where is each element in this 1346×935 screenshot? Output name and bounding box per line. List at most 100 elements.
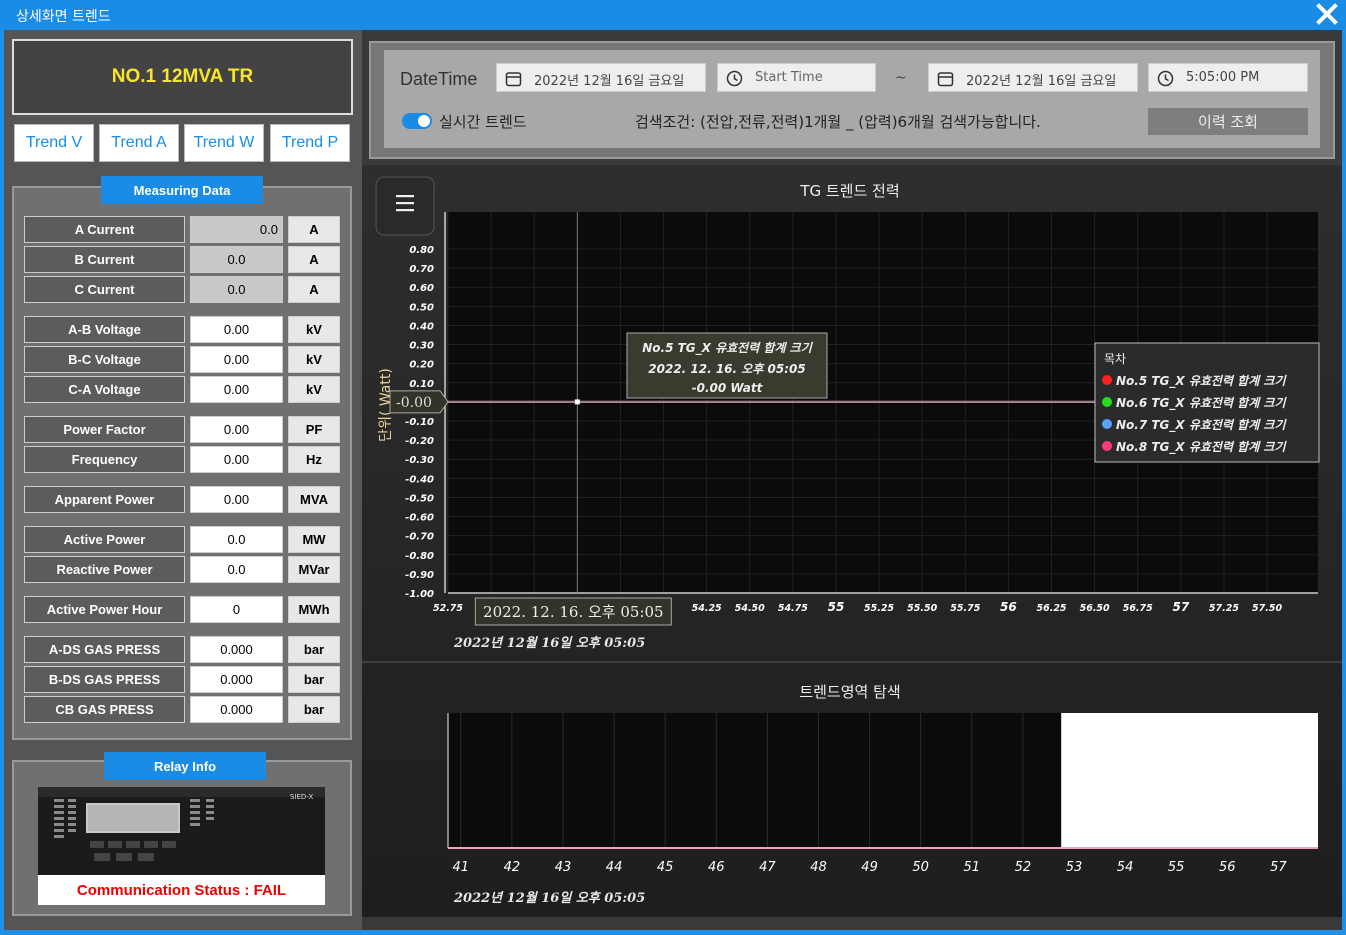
row-label: A Current: [24, 216, 185, 243]
legend-label: No.7 TG_X 유효전력 합계 크기: [1116, 418, 1287, 433]
history-search-button[interactable]: 이력 조회: [1148, 108, 1308, 135]
legend-item[interactable]: No.8 TG_X 유효전력 합계 크기: [1102, 440, 1287, 455]
row-a-ds-gas-press: A-DS GAS PRESS 0.000 bar: [24, 636, 342, 663]
x-tick-label: 41: [453, 860, 470, 875]
cursor-y-value: -0.00: [396, 395, 432, 411]
start-time-picker[interactable]: Start Time: [717, 63, 876, 92]
end-date-picker[interactable]: 2022년 12월 16일 금요일: [928, 63, 1138, 92]
chart-tooltip: No.5 TG_X 유효전력 합계 크기 2022. 12. 16. 오후 05…: [626, 332, 828, 399]
navigator-title: 트렌드영역 탐색: [799, 683, 900, 701]
row-value: 0: [190, 596, 283, 623]
legend-marker: [1102, 375, 1112, 385]
row-unit: kV: [288, 316, 340, 343]
row-unit: bar: [288, 696, 340, 723]
trend-p-button[interactable]: Trend P: [270, 124, 350, 162]
x-tick-label: 44: [606, 860, 623, 875]
row-label: Apparent Power: [24, 486, 185, 513]
row-label: A-DS GAS PRESS: [24, 636, 185, 663]
legend-label: No.5 TG_X 유효전력 합계 크기: [1116, 374, 1287, 389]
chart-legend: 목차 No.5 TG_X 유효전력 합계 크기 No.6 TG_X 유효전력 합…: [1094, 342, 1320, 463]
row-label: A-B Voltage: [24, 316, 185, 343]
y-tick-label: 0.20: [409, 360, 434, 371]
row-value: 0.00: [190, 346, 283, 373]
row-label: Reactive Power: [24, 556, 185, 583]
x-tick-label: 55.75: [950, 603, 980, 614]
legend-marker: [1102, 441, 1112, 451]
row-unit: PF: [288, 416, 340, 443]
y-tick-label: 0.50: [409, 302, 434, 313]
navigator-date-label: 2022년 12월 16일 오후 05:05: [453, 890, 645, 906]
close-icon[interactable]: [1314, 1, 1340, 27]
row-unit: bar: [288, 666, 340, 693]
tooltip-value: -0.00 Watt: [692, 381, 764, 395]
row-label: Power Factor: [24, 416, 185, 443]
start-time-placeholder: Start Time: [755, 70, 823, 85]
trend-v-button[interactable]: Trend V: [14, 124, 94, 162]
left-panel: NO.1 12MVA TR Trend V Trend A Trend W Tr…: [4, 30, 362, 930]
y-tick-label: -0.10: [405, 417, 434, 428]
main-chart-title: TG 트렌드 전력: [799, 182, 899, 200]
legend-title: 목차: [1104, 352, 1126, 366]
search-filter-bar: DateTime 2022년 12월 16일 금요일 Start Time ~ …: [369, 41, 1335, 159]
x-tick-label: 45: [657, 860, 674, 875]
x-tick-label: 50: [912, 860, 929, 875]
x-tick-label: 54.25: [692, 603, 722, 614]
x-tick-label: 48: [810, 860, 827, 875]
x-tick-label: 52.75: [433, 603, 463, 614]
measuring-data-header: Measuring Data: [101, 176, 263, 204]
legend-item[interactable]: No.7 TG_X 유효전력 합계 크기: [1102, 418, 1287, 433]
row-unit: MW: [288, 526, 340, 553]
row-unit: MVar: [288, 556, 340, 583]
device-name: NO.1 12MVA TR: [12, 39, 353, 115]
y-tick-label: -1.00: [405, 589, 434, 600]
y-tick-label: 0.60: [409, 283, 434, 294]
row-power-factor: Power Factor 0.00 PF: [24, 416, 342, 443]
x-tick-label: 56.25: [1036, 603, 1066, 614]
row-value: 0.000: [190, 636, 283, 663]
trend-w-button[interactable]: Trend W: [184, 124, 264, 162]
search-condition-text: 검색조건: (전압,전류,전력)1개월 _ (압력)6개월 검색가능합니다.: [635, 113, 1041, 131]
x-tick-label: 55.25: [864, 603, 894, 614]
end-time-picker[interactable]: 5:05:00 PM: [1148, 63, 1308, 92]
x-tick-label: 55: [1168, 860, 1185, 875]
toggle-knob: [418, 115, 430, 127]
row-label: B Current: [24, 246, 185, 273]
x-tick-label: 54.50: [735, 603, 765, 614]
end-date-value: 2022년 12월 16일 금요일: [966, 74, 1117, 89]
x-tick-label: 46: [708, 860, 725, 875]
row-value: 0.000: [190, 696, 283, 723]
y-tick-label: -0.20: [405, 436, 434, 447]
cursor-y-value-box: -0.00: [389, 390, 449, 414]
calendar-icon: [505, 72, 522, 87]
row-value: 0.00: [190, 416, 283, 443]
x-tick-label: 51: [963, 860, 980, 875]
legend-marker: [1102, 419, 1112, 429]
row-value: 0.0: [190, 246, 283, 273]
row-value: 0.00: [190, 376, 283, 403]
title-bar: 상세화면 트렌드: [0, 0, 1346, 30]
y-tick-label: -0.80: [405, 551, 434, 562]
hamburger-menu-button[interactable]: [375, 176, 435, 236]
x-tick-label: 56: [1219, 860, 1236, 875]
trend-a-button[interactable]: Trend A: [99, 124, 179, 162]
row-a-current: A Current 0.0 A: [24, 216, 342, 243]
row-value: 0.0: [190, 216, 283, 243]
navigator-selection[interactable]: [1061, 713, 1318, 848]
row-label: C Current: [24, 276, 185, 303]
y-tick-label: -0.40: [405, 474, 434, 485]
relay-info-header: Relay Info: [104, 752, 266, 780]
legend-marker: [1102, 397, 1112, 407]
legend-item[interactable]: No.5 TG_X 유효전력 합계 크기: [1102, 374, 1287, 389]
x-tick-label: 49: [861, 860, 878, 875]
cursor-point: [574, 399, 580, 405]
realtime-toggle[interactable]: [402, 113, 432, 129]
row-active-power-hour: Active Power Hour 0 MWh: [24, 596, 342, 623]
x-tick-label: 55: [828, 600, 845, 614]
row-value: 0.0: [190, 556, 283, 583]
row-label: Active Power: [24, 526, 185, 553]
start-date-picker[interactable]: 2022년 12월 16일 금요일: [496, 63, 706, 92]
legend-item[interactable]: No.6 TG_X 유효전력 합계 크기: [1102, 396, 1287, 411]
row-bc-voltage: B-C Voltage 0.00 kV: [24, 346, 342, 373]
row-unit: MVA: [288, 486, 340, 513]
x-tick-label: 56.50: [1080, 603, 1110, 614]
